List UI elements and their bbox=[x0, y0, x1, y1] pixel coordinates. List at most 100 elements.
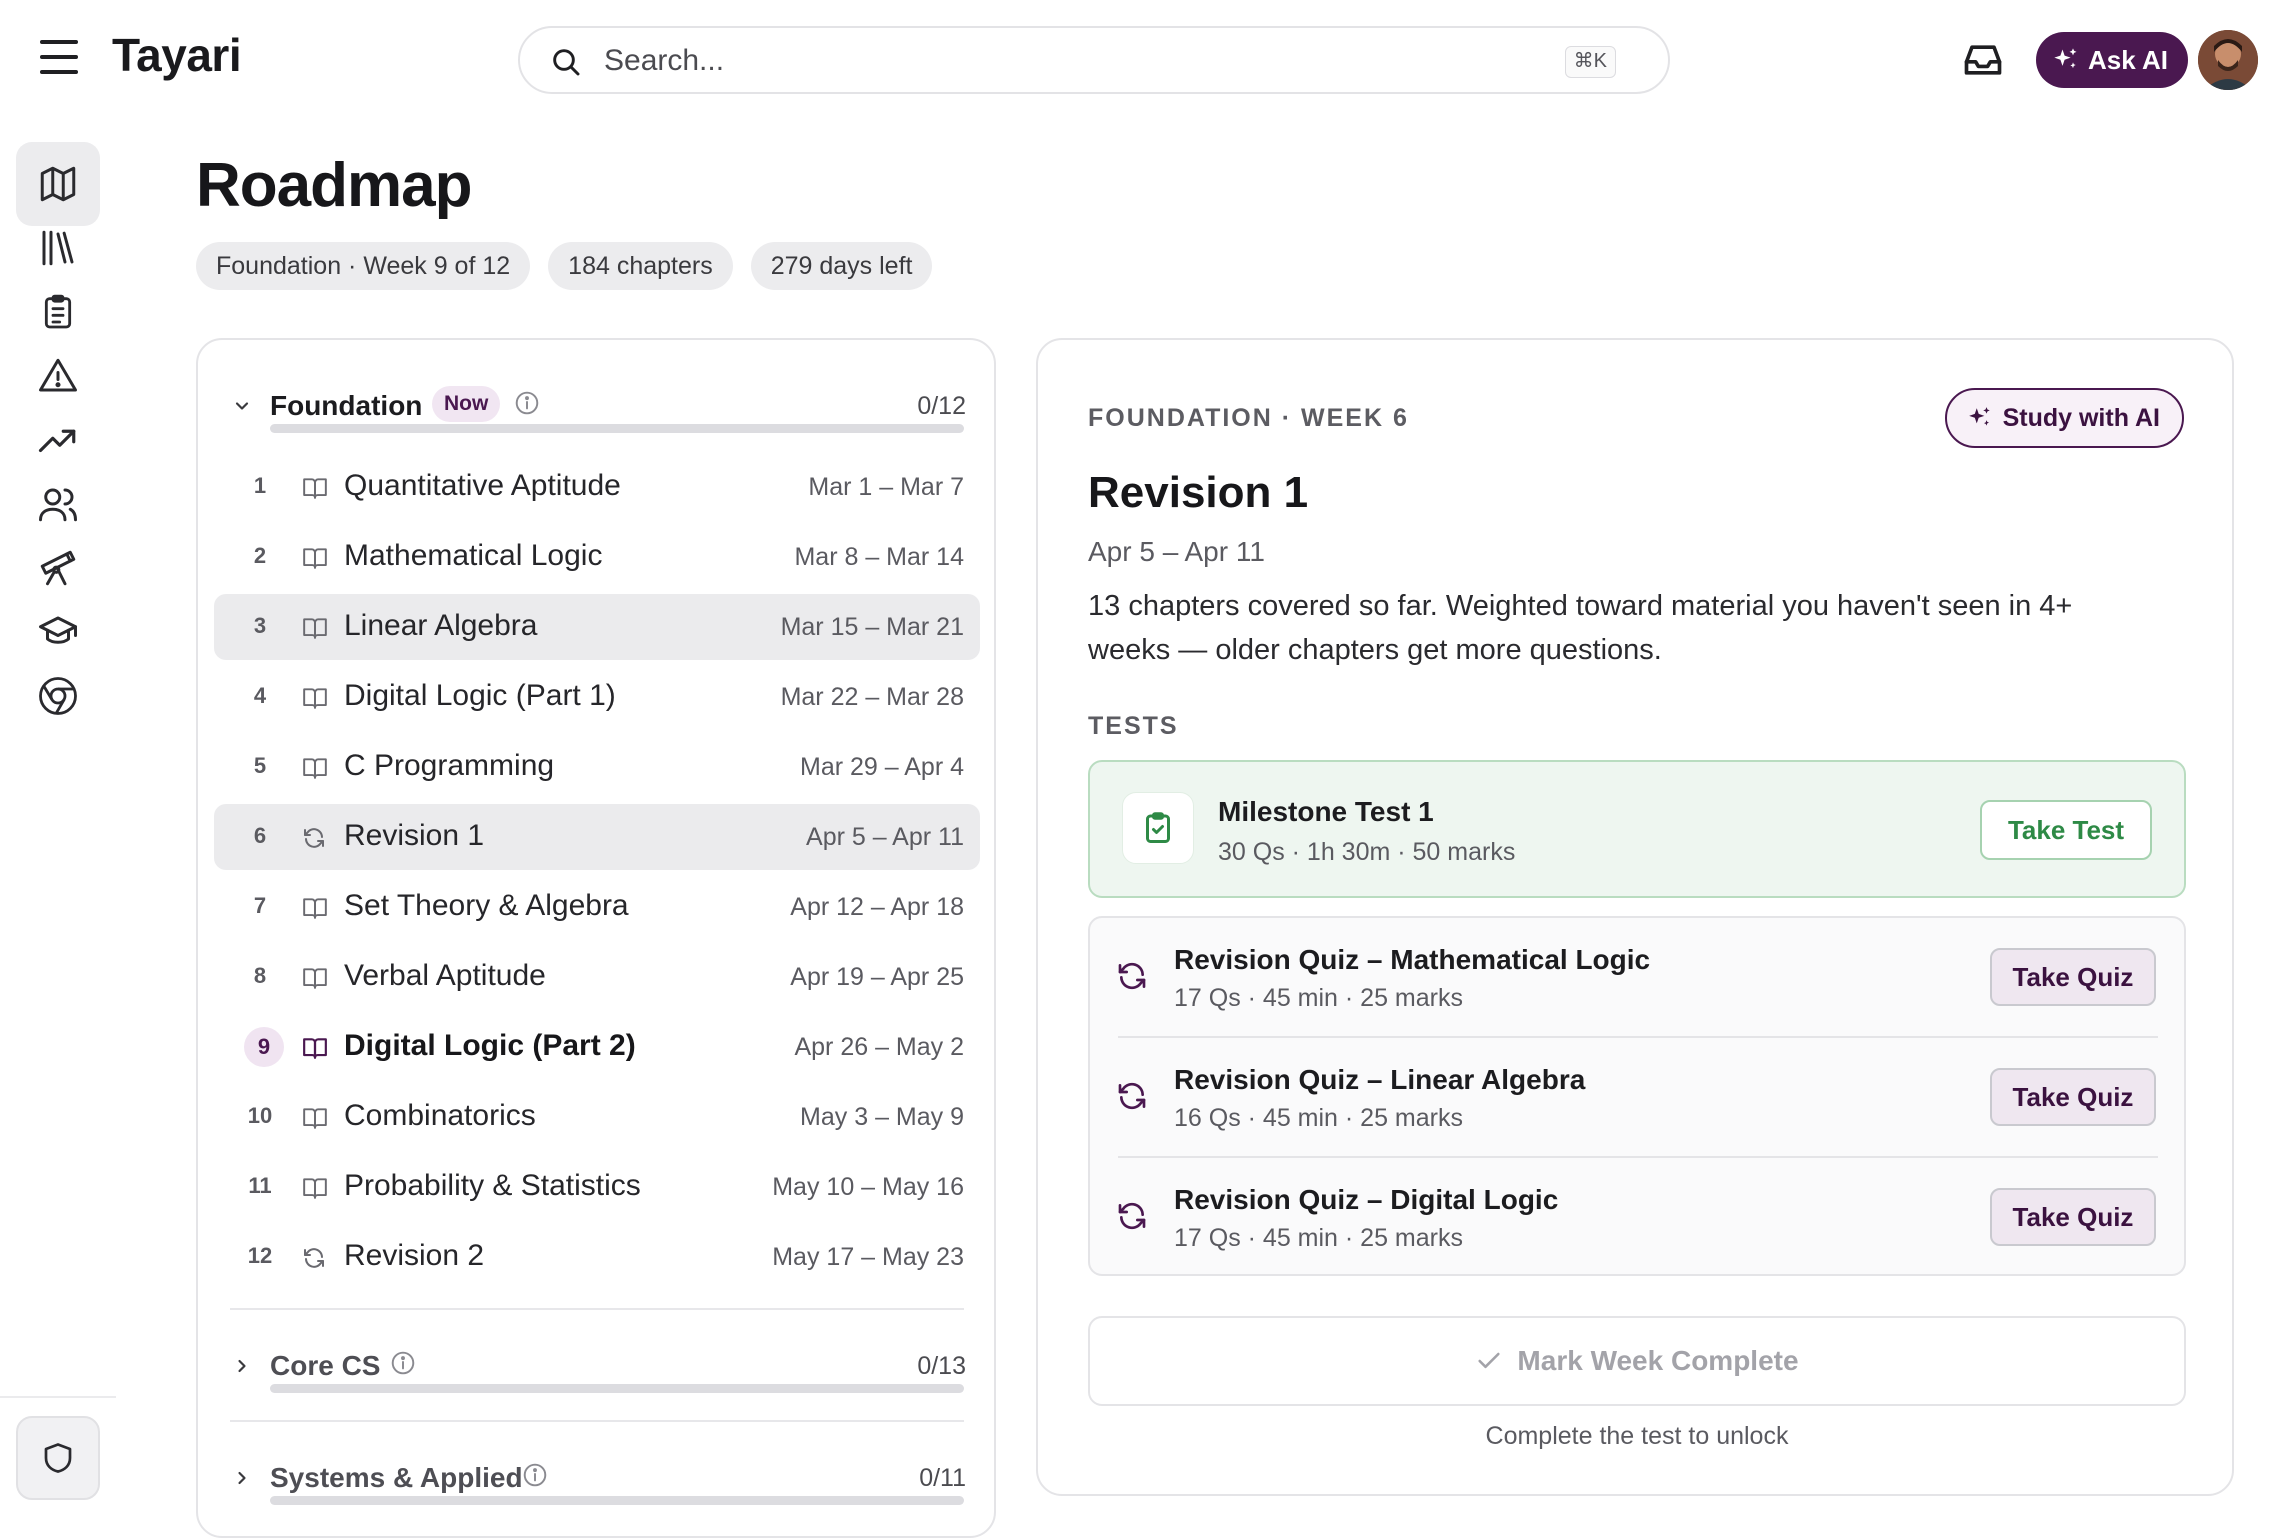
take-quiz-button[interactable]: Take Quiz bbox=[1990, 1188, 2156, 1246]
now-badge: Now bbox=[432, 386, 501, 422]
quiz-meta: 17 Qs · 45 min · 25 marks bbox=[1174, 984, 1463, 1012]
quiz-name: Revision Quiz – Mathematical Logic bbox=[1174, 944, 1651, 975]
take-test-button[interactable]: Take Test bbox=[1980, 800, 2152, 860]
book-icon bbox=[303, 478, 327, 499]
avatar[interactable] bbox=[2198, 30, 2258, 90]
week-name: Digital Logic (Part 1) bbox=[344, 679, 616, 712]
week-dates: Mar 29 – Apr 4 bbox=[800, 753, 964, 781]
week-number: 4 bbox=[253, 683, 267, 708]
phase-count: 0/11 bbox=[919, 1464, 966, 1492]
week-row[interactable]: 10 Combinatorics May 3 – May 9 bbox=[214, 1084, 980, 1150]
week-row[interactable]: 8 Verbal Aptitude Apr 19 – Apr 25 bbox=[214, 944, 980, 1010]
milestone-meta: 30 Qs · 1h 30m · 50 marks bbox=[1218, 838, 1516, 866]
refresh-icon bbox=[304, 828, 324, 848]
info-icon[interactable] bbox=[514, 390, 540, 416]
ask-ai-button[interactable]: Ask AI bbox=[2036, 32, 2188, 88]
shield-icon bbox=[44, 1443, 72, 1473]
take-quiz-button[interactable]: Take Quiz bbox=[1990, 1068, 2156, 1126]
week-row[interactable]: 12 Revision 2 May 17 – May 23 bbox=[214, 1224, 980, 1290]
week-name: Verbal Aptitude bbox=[344, 959, 546, 992]
study-with-ai-button[interactable]: Study with AI bbox=[1944, 388, 2184, 448]
sidebar-item-browser[interactable] bbox=[16, 654, 100, 738]
week-row[interactable]: 5 C Programming Mar 29 – Apr 4 bbox=[214, 734, 980, 800]
week-row-current[interactable]: 9 Digital Logic (Part 2) Apr 26 – May 2 bbox=[214, 1014, 980, 1080]
week-name: Combinatorics bbox=[344, 1099, 536, 1132]
book-icon bbox=[303, 618, 327, 639]
graduation-cap-icon bbox=[39, 616, 77, 644]
phase-progress-bar bbox=[270, 424, 964, 433]
week-detail-panel: FOUNDATION · WEEK 6 Study with AI Revisi… bbox=[1036, 338, 2234, 1496]
week-number: 5 bbox=[253, 753, 267, 778]
search-bar[interactable]: ⌘K bbox=[518, 26, 1670, 94]
trending-up-icon bbox=[38, 429, 76, 453]
app-title: Tayari bbox=[112, 29, 242, 81]
summary-chips: Foundation · Week 9 of 12 184 chapters 2… bbox=[196, 242, 933, 290]
inbox-icon[interactable] bbox=[1960, 38, 2006, 82]
book-icon bbox=[303, 898, 327, 919]
library-icon bbox=[42, 230, 74, 266]
info-icon[interactable] bbox=[390, 1350, 416, 1376]
mark-week-complete-button[interactable]: Mark Week Complete bbox=[1088, 1316, 2186, 1406]
book-icon bbox=[303, 548, 327, 569]
refresh-icon bbox=[304, 1248, 324, 1268]
list-item: Revision Quiz – Linear Algebra 16 Qs · 4… bbox=[1090, 1038, 2184, 1156]
phase-count: 0/12 bbox=[917, 392, 966, 420]
week-name: Probability & Statistics bbox=[344, 1169, 641, 1202]
sparkles-icon bbox=[1968, 407, 1990, 426]
week-number: 6 bbox=[253, 823, 267, 848]
book-icon bbox=[303, 968, 327, 989]
week-row[interactable]: 11 Probability & Statistics May 10 – May… bbox=[214, 1154, 980, 1220]
search-input[interactable] bbox=[604, 42, 1504, 80]
milestone-test-card: Milestone Test 1 30 Qs · 1h 30m · 50 mar… bbox=[1088, 760, 2186, 898]
clipboard-check-icon bbox=[1122, 792, 1194, 864]
week-number: 2 bbox=[253, 543, 267, 568]
phase-progress-bar bbox=[270, 1496, 964, 1505]
week-number: 1 bbox=[253, 473, 267, 498]
week-title: Revision 1 bbox=[1088, 468, 1309, 517]
phase-name: Systems & Applied bbox=[270, 1462, 523, 1493]
quiz-list: Revision Quiz – Mathematical Logic 17 Qs… bbox=[1088, 916, 2186, 1276]
week-number: 10 bbox=[247, 1103, 273, 1128]
week-row[interactable]: 1 Quantitative Aptitude Mar 1 – Mar 7 bbox=[214, 454, 980, 520]
phase-name: Core CS bbox=[270, 1350, 381, 1381]
list-item: Revision Quiz – Digital Logic 17 Qs · 45… bbox=[1090, 1158, 2184, 1276]
sparkles-icon bbox=[2054, 48, 2077, 69]
tests-label: TESTS bbox=[1088, 712, 1179, 740]
week-name: Quantitative Aptitude bbox=[344, 469, 621, 502]
week-dates: Apr 19 – Apr 25 bbox=[790, 963, 964, 991]
week-row-selected[interactable]: 6 Revision 1 Apr 5 – Apr 11 bbox=[214, 804, 980, 870]
week-dates: Mar 22 – Mar 28 bbox=[780, 683, 964, 711]
map-icon bbox=[40, 166, 76, 202]
week-dates: Apr 12 – Apr 18 bbox=[790, 893, 964, 921]
chapters-chip: 184 chapters bbox=[548, 242, 733, 290]
week-dates: Apr 5 – Apr 11 bbox=[1088, 536, 1265, 567]
unlock-note: Complete the test to unlock bbox=[1485, 1422, 1789, 1450]
ask-ai-label: Ask AI bbox=[2088, 44, 2168, 75]
week-row[interactable]: 3 Linear Algebra Mar 15 – Mar 21 bbox=[214, 594, 980, 660]
info-icon[interactable] bbox=[522, 1462, 548, 1488]
nav-rail bbox=[0, 118, 116, 1506]
week-number: 8 bbox=[253, 963, 267, 988]
phases-panel: Foundation Now 0/12 1 Quantitative Aptit… bbox=[196, 338, 996, 1538]
quiz-meta: 16 Qs · 45 min · 25 marks bbox=[1174, 1104, 1463, 1132]
page-title: Roadmap bbox=[196, 151, 472, 220]
users-icon bbox=[39, 488, 77, 522]
days-left-chip: 279 days left bbox=[750, 242, 933, 290]
week-dates: Apr 26 – May 2 bbox=[794, 1033, 964, 1061]
book-icon bbox=[303, 1108, 327, 1129]
sidebar-item-privacy[interactable] bbox=[16, 1416, 100, 1500]
list-item: Revision Quiz – Mathematical Logic 17 Qs… bbox=[1090, 918, 2184, 1036]
week-dates: May 3 – May 9 bbox=[800, 1103, 964, 1131]
week-row[interactable]: 4 Digital Logic (Part 1) Mar 22 – Mar 28 bbox=[214, 664, 980, 730]
week-number-current: 9 bbox=[244, 1027, 284, 1067]
week-row[interactable]: 2 Mathematical Logic Mar 8 – Mar 14 bbox=[214, 524, 980, 590]
week-name: Revision 1 bbox=[344, 819, 485, 852]
quiz-name: Revision Quiz – Digital Logic bbox=[1174, 1184, 1559, 1215]
week-row[interactable]: 7 Set Theory & Algebra Apr 12 – Apr 18 bbox=[214, 874, 980, 940]
quiz-meta: 17 Qs · 45 min · 25 marks bbox=[1174, 1224, 1463, 1252]
warning-icon bbox=[39, 358, 77, 392]
milestone-name: Milestone Test 1 bbox=[1218, 796, 1434, 827]
take-quiz-button[interactable]: Take Quiz bbox=[1990, 948, 2156, 1006]
phase-divider bbox=[230, 1420, 964, 1422]
menu-icon[interactable] bbox=[40, 40, 78, 74]
